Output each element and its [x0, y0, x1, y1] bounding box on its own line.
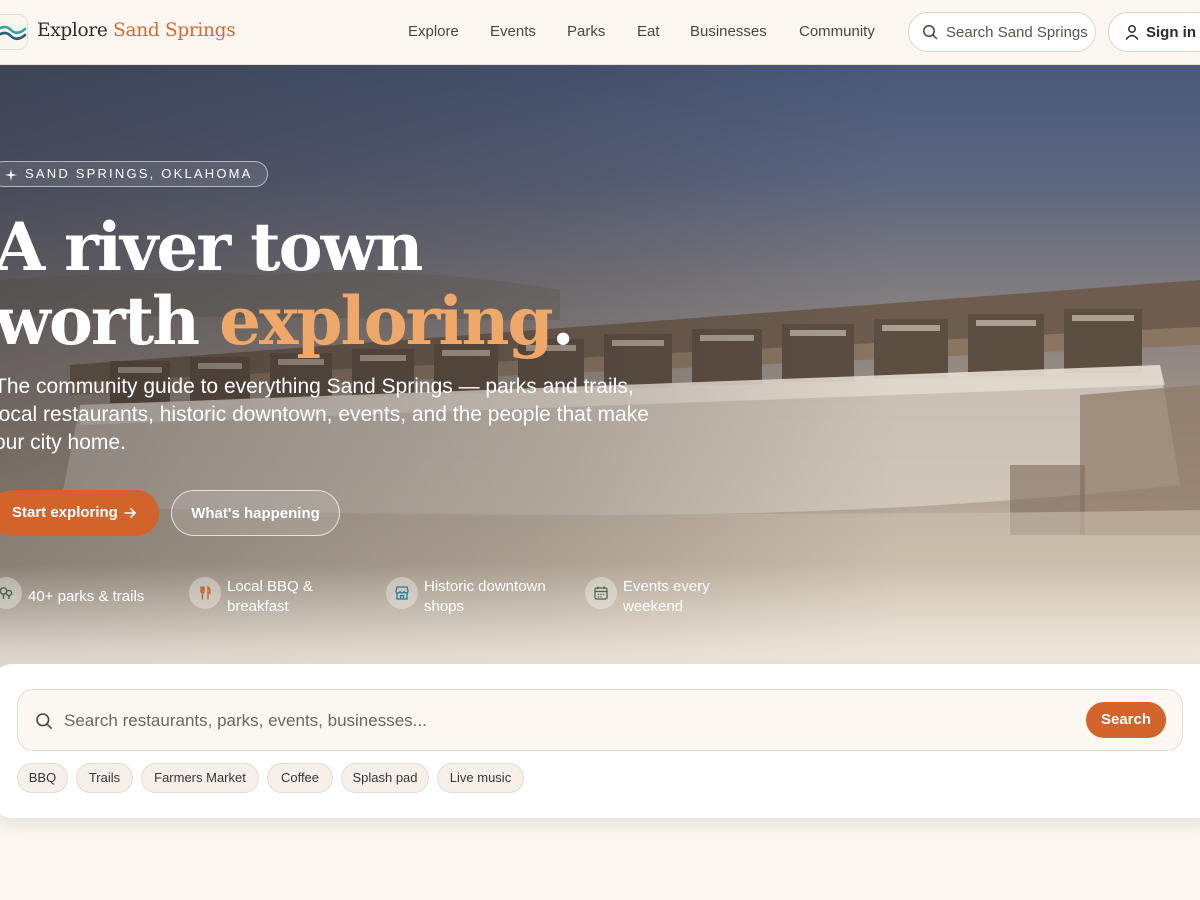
chip-live-music[interactable]: Live music — [437, 763, 524, 793]
headline-line-1: A river town — [0, 208, 423, 286]
sparkle-icon — [4, 168, 18, 187]
headline-period: . — [551, 282, 575, 360]
nav-community[interactable]: Community — [799, 23, 875, 40]
nav-eat[interactable]: Eat — [637, 23, 660, 40]
feature-events-text: Events every weekend — [623, 578, 710, 615]
start-exploring-button[interactable]: Start exploring — [0, 490, 159, 536]
search-card: Search BBQ Trails Farmers Market Coffee … — [0, 664, 1200, 818]
storefront-icon — [386, 577, 418, 609]
hero-description: The community guide to everything Sand S… — [0, 375, 649, 454]
chip-trails[interactable]: Trails — [76, 763, 133, 793]
hero-section: SAND SPRINGS, OKLAHOMA A river town wort… — [0, 65, 1200, 705]
headline-accent-word: exploring — [219, 282, 554, 360]
nav-parks[interactable]: Parks — [567, 23, 605, 40]
hero-headline: A river town worth exploring. — [0, 208, 575, 360]
main-search-input[interactable] — [64, 708, 1044, 734]
feature-food-text: Local BBQ & breakfast — [227, 578, 313, 615]
feature-downtown-text: Historic downtown shops — [424, 578, 546, 615]
logo-word-explore: Explore — [37, 20, 108, 41]
feature-parks-text: 40+ parks & trails — [28, 588, 145, 605]
whats-happening-label: What's happening — [191, 505, 320, 522]
location-badge: SAND SPRINGS, OKLAHOMA — [0, 161, 268, 187]
river-logo-icon[interactable] — [0, 14, 28, 50]
chip-bbq[interactable]: BBQ — [17, 763, 68, 793]
search-button[interactable]: Search — [1086, 702, 1166, 738]
site-header: Explore Sand Springs Explore Events Park… — [0, 0, 1200, 65]
user-icon — [1124, 24, 1140, 45]
main-search-bar: Search — [17, 689, 1183, 751]
start-exploring-label: Start exploring — [12, 504, 118, 521]
sign-in-label: Sign in — [1146, 24, 1196, 41]
calendar-icon — [585, 577, 617, 609]
sign-in-button[interactable]: Sign in — [1108, 12, 1200, 52]
chip-farmers-market[interactable]: Farmers Market — [141, 763, 259, 793]
search-icon — [922, 24, 938, 45]
utensils-icon — [189, 577, 221, 609]
header-search-placeholder: Search Sand Springs — [946, 24, 1088, 41]
arrow-right-icon — [123, 506, 137, 525]
nav-businesses[interactable]: Businesses — [690, 23, 767, 40]
search-icon — [35, 712, 53, 735]
headline-line-2-prefix: worth — [0, 282, 220, 360]
site-logo[interactable]: Explore Sand Springs — [37, 20, 236, 41]
whats-happening-button[interactable]: What's happening — [171, 490, 340, 536]
chip-splash-pad[interactable]: Splash pad — [341, 763, 429, 793]
chip-coffee[interactable]: Coffee — [267, 763, 333, 793]
header-search[interactable]: Search Sand Springs — [908, 12, 1096, 52]
location-badge-text: SAND SPRINGS, OKLAHOMA — [25, 166, 253, 181]
logo-word-sand-springs: Sand Springs — [113, 20, 236, 41]
nav-explore[interactable]: Explore — [408, 23, 459, 40]
nav-events[interactable]: Events — [490, 23, 536, 40]
